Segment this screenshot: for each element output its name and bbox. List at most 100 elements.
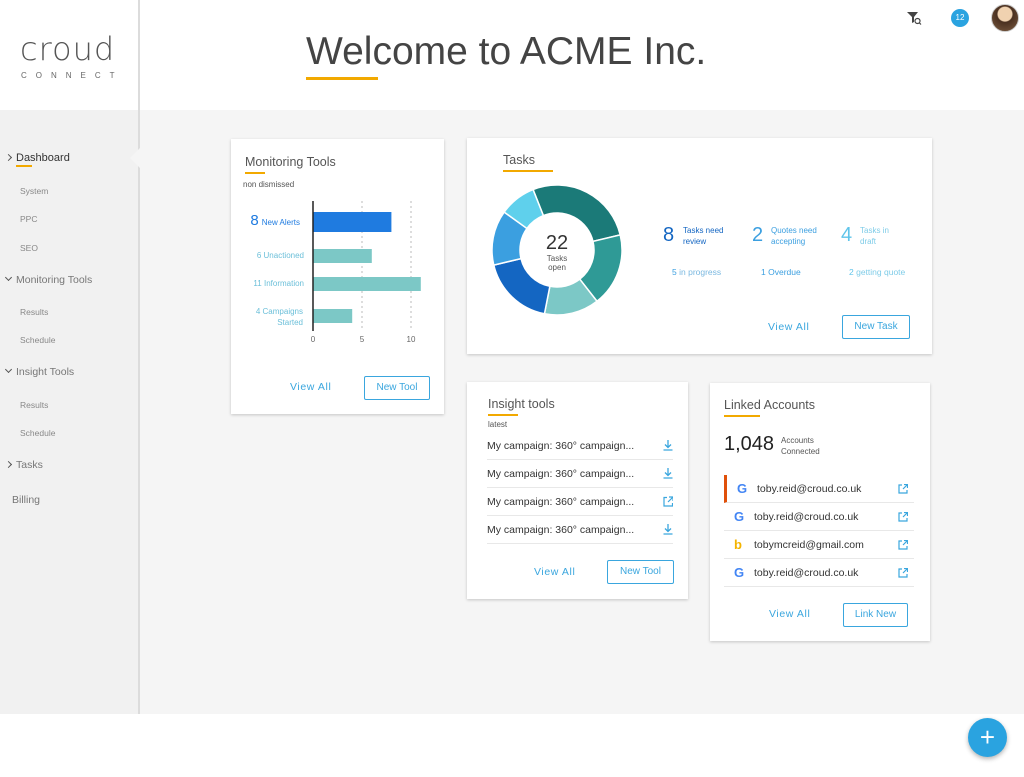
stat-quotes-label: Quotes need accepting — [771, 226, 817, 246]
view-all-button[interactable]: View All — [290, 381, 331, 393]
stat-sub-number: 1 — [761, 267, 766, 277]
sidebar-item-insight-tools[interactable]: Insight Tools — [4, 365, 75, 378]
stat-overdue: 1 Overdue — [761, 267, 801, 277]
card-underline — [503, 170, 553, 172]
sidebar-item-monitoring-schedule[interactable]: Schedule — [20, 335, 55, 345]
account-row[interactable]: G toby.reid@croud.co.uk — [724, 503, 914, 531]
insight-item-label: My campaign: 360° campaign... — [487, 468, 635, 480]
notification-badge[interactable]: 12 — [951, 9, 969, 27]
stat-sub-number: 5 — [672, 267, 677, 277]
accounts-count: 1,048 — [724, 433, 775, 455]
download-icon[interactable] — [663, 440, 673, 451]
card-subtitle: non dismissed — [243, 180, 295, 189]
bar-new-alerts — [313, 212, 392, 232]
stat-review-label: Tasks need review — [683, 226, 724, 246]
linked-accounts-card: Linked Accounts 1,048 Accounts Connected… — [710, 383, 930, 641]
account-row[interactable]: G toby.reid@croud.co.uk — [724, 559, 914, 587]
card-title: Insight tools — [488, 397, 555, 411]
bar-label-text: Information — [263, 279, 304, 288]
accounts-count-label: Accounts Connected — [781, 436, 820, 456]
bar-label-number: 4 — [255, 307, 261, 316]
bar-label-number: 6 — [256, 251, 262, 260]
stat-sub-label: getting quote — [856, 267, 906, 277]
view-all-button[interactable]: View All — [534, 566, 575, 578]
new-task-button[interactable]: New Task — [842, 315, 910, 339]
new-tool-button[interactable]: New Tool — [364, 376, 430, 400]
active-indicator — [16, 165, 32, 167]
sidebar-item-label: Dashboard — [16, 152, 70, 164]
google-logo-icon: G — [734, 565, 745, 580]
bar-label-campaigns-started: 4 Campaigns Started — [241, 306, 303, 328]
stat-quotes-number: 2 — [752, 224, 764, 246]
filter-search-icon[interactable] — [906, 10, 922, 26]
stat-draft-label: Tasks in draft — [860, 226, 889, 246]
card-title: Linked Accounts — [724, 398, 816, 412]
bar-label-text: Unactioned — [263, 251, 304, 260]
logo-area: croud CONNECT — [0, 0, 138, 110]
avatar[interactable] — [991, 4, 1019, 32]
sidebar-item-monitoring-results[interactable]: Results — [20, 307, 48, 317]
sidebar-item-dashboard[interactable]: Dashboard — [4, 152, 70, 164]
sidebar-item-billing[interactable]: Billing — [12, 494, 40, 506]
view-all-button[interactable]: View All — [769, 608, 810, 620]
new-tool-button[interactable]: New Tool — [607, 560, 674, 584]
monitoring-tools-card: Monitoring Tools non dismissed 0 5 10 8 New… — [231, 139, 444, 414]
tick-label: 0 — [311, 335, 316, 344]
view-all-button[interactable]: View All — [768, 321, 809, 333]
logo-subtitle: CONNECT — [21, 71, 124, 80]
list-item[interactable]: My campaign: 360° campaign... — [487, 460, 673, 488]
stat-sub-label: in progress — [679, 267, 722, 277]
link-new-button[interactable]: Link New — [843, 603, 908, 627]
sidebar-item-insight-results[interactable]: Results — [20, 400, 48, 410]
list-item[interactable]: My campaign: 360° campaign... — [487, 488, 673, 516]
external-link-icon[interactable] — [663, 496, 673, 507]
account-row[interactable]: G toby.reid@croud.co.uk — [724, 475, 914, 503]
stat-sub-number: 2 — [849, 267, 854, 277]
sidebar-item-system[interactable]: System — [20, 186, 48, 196]
card-underline — [724, 415, 760, 417]
chevron-down-icon — [4, 365, 13, 374]
add-fab-button[interactable]: + — [968, 718, 1007, 757]
account-email: toby.reid@croud.co.uk — [754, 567, 859, 579]
bar-unactioned — [313, 249, 372, 263]
card-subtitle: latest — [488, 420, 508, 429]
sidebar-item-ppc[interactable]: PPC — [20, 214, 37, 224]
sidebar-item-tasks[interactable]: Tasks — [4, 459, 43, 471]
sidebar-item-label: Tasks — [16, 459, 43, 471]
bar-information — [313, 277, 421, 291]
sidebar-item-label: Monitoring Tools — [16, 274, 93, 286]
external-link-icon[interactable] — [898, 540, 908, 550]
sidebar-item-label: Insight Tools — [16, 366, 75, 378]
logo[interactable]: croud — [20, 30, 115, 68]
sidebar-active-notch — [130, 148, 140, 168]
list-item[interactable]: My campaign: 360° campaign... — [487, 432, 673, 460]
tick-label: 5 — [360, 335, 365, 344]
bing-logo-icon: b — [734, 537, 742, 552]
external-link-icon[interactable] — [898, 512, 908, 522]
bar-label-information: 11 Information — [237, 279, 304, 288]
sidebar-item-monitoring-tools[interactable]: Monitoring Tools — [4, 273, 93, 286]
sidebar: croud CONNECT Dashboard System PPC SEO M… — [0, 0, 140, 714]
stat-sub-label: Overdue — [768, 267, 801, 277]
bar-label-number: 8 — [250, 212, 259, 229]
chevron-down-icon — [4, 273, 13, 282]
download-icon[interactable] — [663, 468, 673, 479]
title-underline — [306, 77, 378, 80]
account-row[interactable]: b tobymcreid@gmail.com — [724, 531, 914, 559]
external-link-icon[interactable] — [898, 484, 908, 494]
external-link-icon[interactable] — [898, 568, 908, 578]
insight-item-label: My campaign: 360° campaign... — [487, 440, 635, 452]
sidebar-item-insight-schedule[interactable]: Schedule — [20, 428, 55, 438]
stat-in-progress: 5 in progress — [672, 267, 721, 277]
bar-label-text: Campaigns Started — [262, 307, 303, 327]
bar-label-text: New Alerts — [261, 218, 300, 227]
main-content: Monitoring Tools non dismissed 0 5 10 8 New… — [140, 110, 1024, 714]
page-title: Welcome to ACME Inc. — [306, 30, 707, 73]
header: Welcome to ACME Inc. 12 — [140, 0, 1024, 110]
insight-item-label: My campaign: 360° campaign... — [487, 496, 635, 508]
stat-getting-quote: 2 getting quote — [849, 267, 905, 277]
list-item[interactable]: My campaign: 360° campaign... — [487, 516, 673, 544]
sidebar-item-seo[interactable]: SEO — [20, 243, 38, 253]
download-icon[interactable] — [663, 524, 673, 535]
account-email: toby.reid@croud.co.uk — [757, 483, 862, 495]
